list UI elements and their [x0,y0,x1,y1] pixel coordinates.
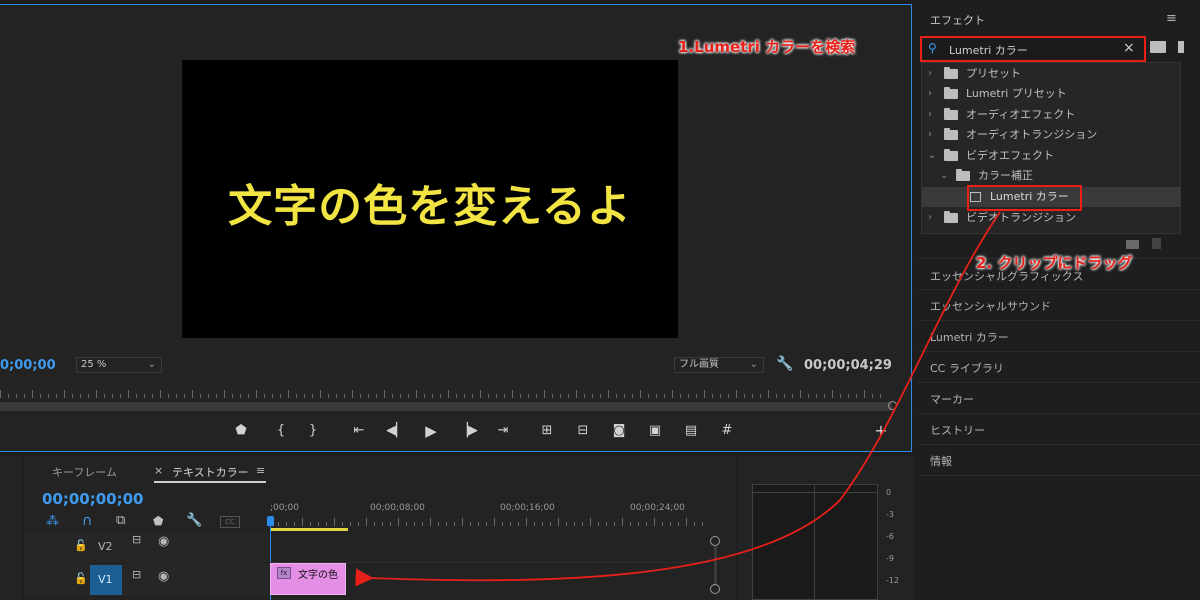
annotation-step1: 1.Lumetri カラーを検索 [678,38,856,56]
drag-arrow [355,211,1001,587]
annotation-step2: 2. クリップにドラッグ [976,254,1133,272]
